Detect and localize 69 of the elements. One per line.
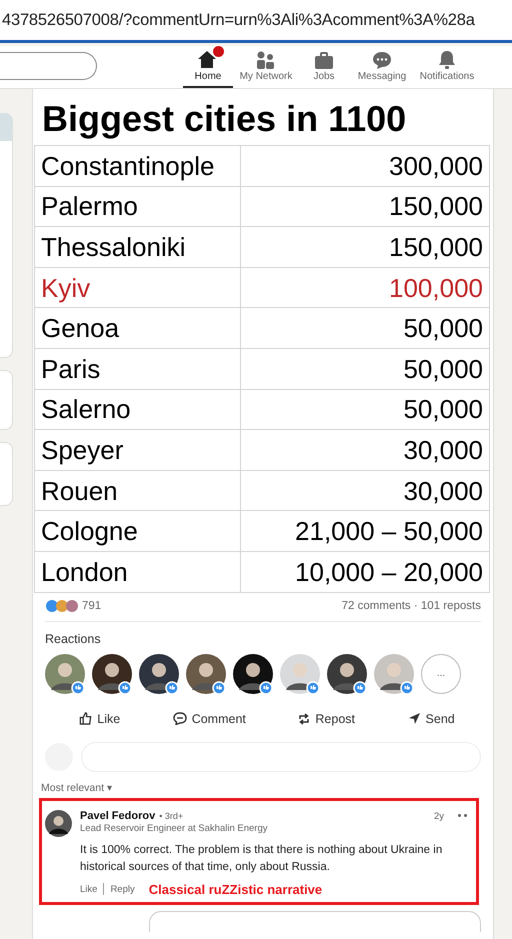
sidebar-card bbox=[0, 370, 13, 430]
reactor-avatar[interactable] bbox=[280, 654, 320, 694]
reactor-avatar[interactable] bbox=[92, 654, 132, 694]
reaction-icons bbox=[45, 598, 79, 613]
reactor-avatar[interactable] bbox=[374, 654, 414, 694]
table-cell: 30,000 bbox=[240, 430, 490, 470]
speech-bubble-icon bbox=[172, 712, 187, 726]
url-text: 4378526507008/?commentUrn=urn%3Ali%3Acomment%3A%28a bbox=[1, 10, 475, 30]
post-action-button[interactable]: Repost bbox=[298, 712, 356, 726]
table-cell: 50,000 bbox=[240, 348, 490, 390]
comment-text: It is 100% correct. The problem is that there is nothing about Ukraine in historical sources of that time, only about Russia. bbox=[80, 842, 444, 875]
paper-plane-icon bbox=[408, 712, 421, 726]
table-cell: 30,000 bbox=[240, 470, 490, 511]
table-cell: London bbox=[34, 551, 240, 592]
table-cell: Constantinople bbox=[34, 146, 240, 186]
nav-tab[interactable]: Messaging bbox=[349, 46, 415, 88]
table-cell: Cologne bbox=[34, 510, 240, 552]
reactor-avatar[interactable] bbox=[45, 654, 85, 694]
people-icon bbox=[256, 50, 276, 70]
commenter-headline: Lead Reservoir Engineer at Sakhalin Energy bbox=[80, 822, 268, 834]
chat-bubble-icon bbox=[372, 51, 392, 70]
address-bar[interactable]: 4378526507008/?commentUrn=urn%3Ali%3Acomment%3A%28a bbox=[0, 0, 512, 43]
search-field[interactable] bbox=[0, 52, 97, 80]
nav-tab[interactable]: My Network bbox=[233, 46, 299, 88]
bell-icon bbox=[437, 50, 457, 70]
table-cell: Thessaloniki bbox=[34, 226, 240, 268]
table-cell: 50,000 bbox=[240, 389, 490, 430]
table-cell: Kyiv bbox=[34, 267, 240, 308]
reply-field[interactable] bbox=[149, 910, 481, 932]
nav-tab[interactable]: Notifications bbox=[415, 46, 479, 88]
reactor-avatar[interactable] bbox=[327, 654, 367, 694]
annotation-text: Classical ruZZistic narrative bbox=[148, 882, 322, 897]
sidebar-card bbox=[0, 442, 13, 506]
comment-action-link[interactable]: Like bbox=[80, 884, 98, 895]
table-cell: 21,000 – 50,000 bbox=[240, 510, 490, 552]
reactions-heading: Reactions bbox=[45, 632, 102, 646]
repost-icon bbox=[298, 712, 310, 726]
post-action-button[interactable]: Like bbox=[79, 712, 120, 726]
table-cell: Palermo bbox=[34, 186, 240, 227]
nav-tab[interactable]: Jobs bbox=[299, 46, 349, 88]
image-title: Biggest cities in 1100 bbox=[41, 97, 408, 141]
table-cell: Genoa bbox=[34, 308, 240, 348]
table-cell: Paris bbox=[34, 348, 240, 390]
table-cell: Rouen bbox=[34, 470, 240, 511]
sort-dropdown[interactable]: Most relevant ▾ bbox=[41, 782, 493, 794]
table-cell: 150,000 bbox=[240, 226, 490, 268]
more-options-icon[interactable] bbox=[458, 814, 467, 818]
table-cell: Salerno bbox=[34, 389, 240, 430]
reactor-avatar[interactable] bbox=[139, 654, 179, 694]
commenter-name[interactable]: Pavel Fedorov bbox=[80, 810, 156, 822]
more-reactions-button[interactable]: ... bbox=[421, 654, 461, 694]
post-action-button[interactable]: Comment bbox=[172, 712, 246, 726]
reactor-avatar[interactable] bbox=[186, 654, 226, 694]
table-cell: 150,000 bbox=[240, 186, 490, 227]
table-cell: 300,000 bbox=[240, 146, 490, 186]
comment-action-link[interactable]: Reply bbox=[110, 884, 135, 895]
reactor-avatar[interactable] bbox=[233, 654, 273, 694]
comments-reposts-count[interactable]: 72 comments · 101 reposts bbox=[342, 600, 481, 612]
comment-time: 2y bbox=[434, 810, 444, 822]
post-action-button[interactable]: Send bbox=[408, 712, 455, 726]
table-cell: 50,000 bbox=[240, 308, 490, 348]
commenter-avatar[interactable] bbox=[45, 810, 72, 837]
connection-degree: • 3rd+ bbox=[159, 810, 184, 821]
table-cell: 10,000 – 20,000 bbox=[240, 551, 490, 592]
table-cell: 100,000 bbox=[240, 267, 490, 308]
reaction-count[interactable]: 791 bbox=[82, 600, 102, 612]
thumbs-up-icon bbox=[79, 712, 92, 726]
briefcase-icon bbox=[314, 52, 334, 70]
table-cell: Speyer bbox=[34, 430, 240, 470]
